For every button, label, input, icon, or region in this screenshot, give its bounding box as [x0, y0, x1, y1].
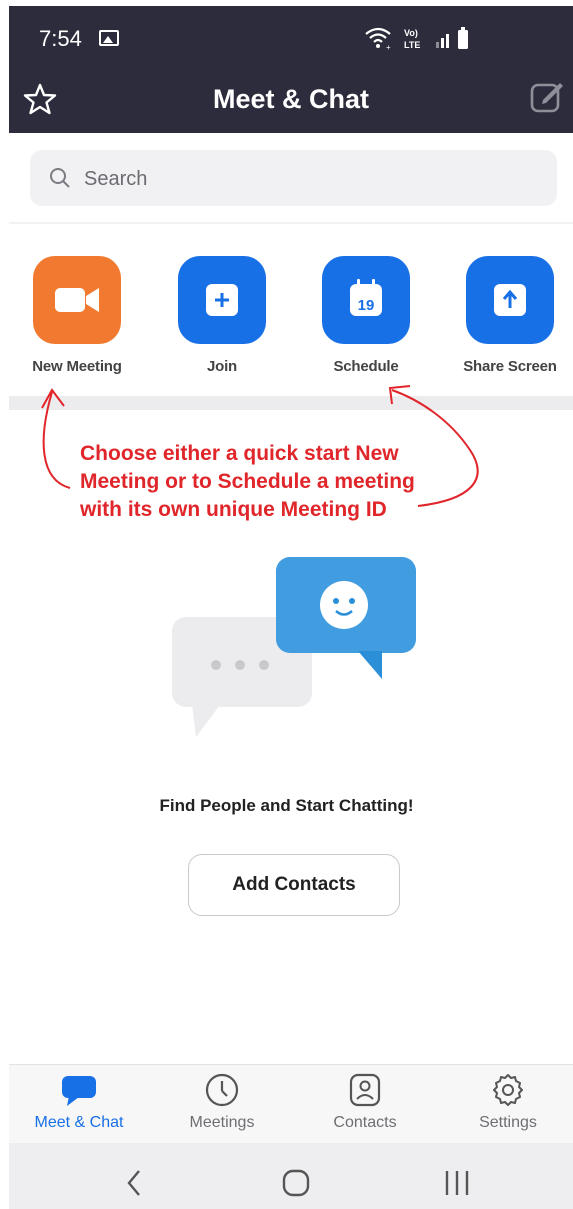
tab-contacts-label: Contacts: [333, 1114, 397, 1131]
clock-icon: [204, 1072, 240, 1108]
tab-meetings-label: Meetings: [189, 1114, 255, 1131]
compose-icon[interactable]: [529, 78, 565, 114]
calendar-day: 19: [358, 297, 375, 314]
calendar-icon: 19: [322, 256, 410, 344]
tab-meetings[interactable]: Meetings: [152, 1072, 292, 1132]
lte-label: LTE: [404, 40, 420, 50]
tab-settings-label: Settings: [479, 1114, 537, 1131]
annotation-text: Choose either a quick start New Meeting …: [80, 440, 460, 524]
join-button[interactable]: Join: [162, 256, 282, 375]
search-bar[interactable]: [30, 150, 557, 208]
schedule-button[interactable]: 19 Schedule: [306, 256, 426, 375]
gear-icon: [490, 1072, 526, 1108]
battery-icon: [458, 27, 468, 49]
tab-contacts[interactable]: Contacts: [295, 1072, 435, 1132]
app-bar: 7:54 + Vo) LTE Meet & Chat: [9, 6, 573, 133]
new-meeting-label: New Meeting: [32, 358, 122, 375]
share-arrow-icon: [466, 256, 554, 344]
search-input[interactable]: [82, 150, 546, 208]
plus-icon: [178, 256, 266, 344]
join-label: Join: [206, 358, 238, 375]
annotation-line-1: Choose either a quick start New: [80, 442, 399, 465]
new-meeting-button[interactable]: New Meeting: [17, 256, 137, 375]
tab-settings[interactable]: Settings: [438, 1072, 573, 1132]
gallery-notification-icon: [99, 30, 119, 46]
tab-meet-chat-label: Meet & Chat: [34, 1114, 124, 1131]
schedule-label: Schedule: [333, 358, 399, 375]
volte-label: Vo): [404, 28, 418, 38]
search-icon: [50, 168, 70, 188]
share-screen-label: Share Screen: [463, 358, 557, 375]
divider: [9, 222, 573, 224]
recent-apps-icon[interactable]: [437, 1165, 477, 1201]
status-time: 7:54: [39, 26, 82, 51]
share-screen-button[interactable]: Share Screen: [450, 256, 570, 375]
chat-bubble-icon: [61, 1072, 97, 1108]
chat-illustration: [172, 557, 416, 737]
video-camera-icon: [33, 256, 121, 344]
empty-state-title: Find People and Start Chatting!: [159, 796, 414, 815]
status-icons: + Vo) LTE: [365, 27, 468, 52]
add-contacts-button[interactable]: Add Contacts: [188, 854, 400, 916]
signal-icon: [436, 34, 449, 48]
annotation-line-2: Meeting or to Schedule a meeting: [80, 470, 415, 493]
wifi-icon: +: [365, 27, 391, 52]
back-icon[interactable]: [115, 1165, 155, 1201]
screen: 7:54 + Vo) LTE Meet & Chat Search New Me…: [0, 0, 573, 1209]
svg-text:+: +: [386, 43, 391, 52]
home-icon[interactable]: [276, 1165, 316, 1201]
contact-card-icon: [347, 1072, 383, 1108]
page-title: Meet & Chat: [212, 84, 369, 114]
tab-meet-chat[interactable]: Meet & Chat: [9, 1072, 149, 1132]
annotation-line-3: with its own unique Meeting ID: [80, 498, 387, 521]
